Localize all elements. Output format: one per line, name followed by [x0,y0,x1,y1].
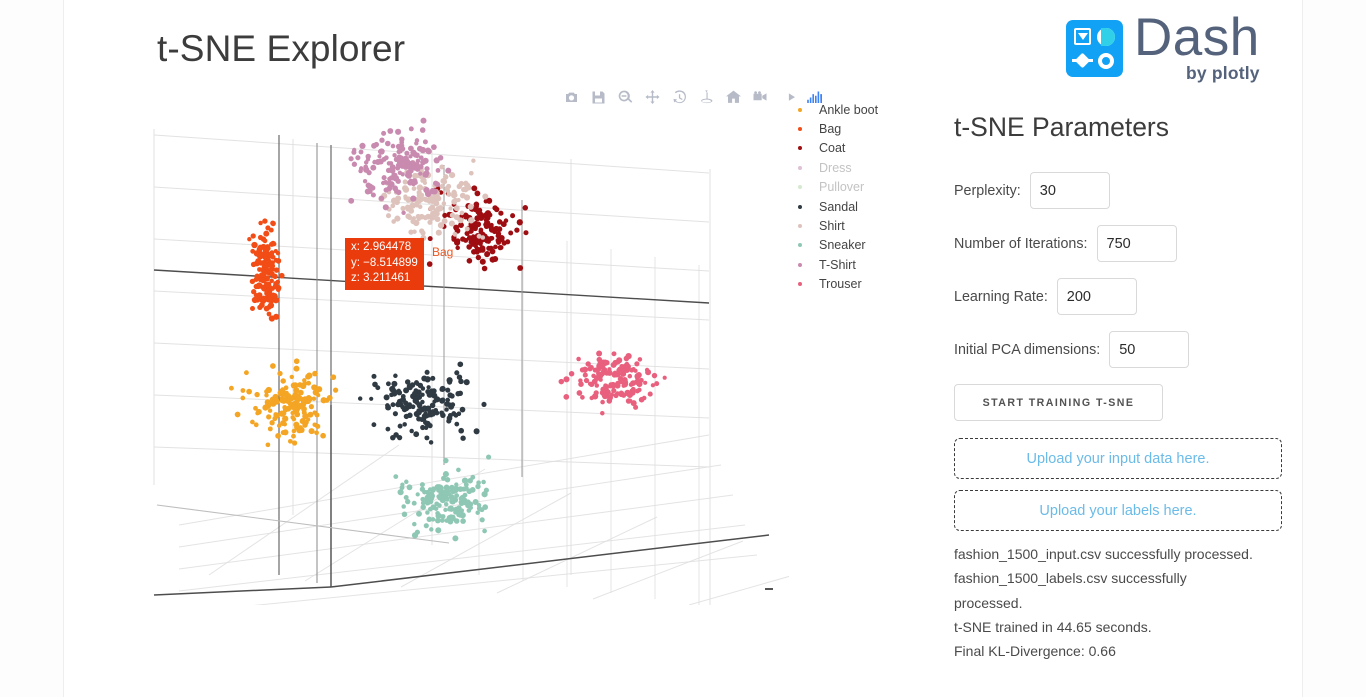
param-label-perplexity: Perplexity: [954,182,1021,199]
control-column: Dash by plotly t-SNE Parameters Perplexi… [849,0,1304,697]
legend-swatch-icon [798,243,802,248]
upload-labels-dropzone[interactable]: Upload your labels here. [954,490,1282,531]
scatter-series-sandal[interactable] [357,361,487,445]
legend-item-shirt[interactable]: Shirt [736,216,851,235]
tooltip-z: z: 3.211461 [351,272,411,284]
scatter-points[interactable] [228,117,667,542]
page-title: t-SNE Explorer [157,28,406,69]
pca-dimensions-input[interactable] [1109,331,1190,368]
upload-labels-label: Upload your labels here. [1039,502,1197,519]
legend-swatch-icon [798,127,802,132]
start-training-button[interactable]: START TRAINING T-SNE [954,384,1163,421]
param-row-perplexity: Perplexity: [954,172,1110,209]
scatter-series-ankle-boot[interactable] [228,358,339,448]
status-line: fashion_1500_input.csv successfully proc… [954,546,1253,562]
plot-column: t-SNE Explorer x: 2.964478 y: −8.514899 … [64,0,878,697]
tooltip-x: x: 2.964478 [351,241,412,253]
plot-legend[interactable]: Ankle boot Bag Coat Dress Pullover Sandal Shir… [736,100,878,294]
legend-item-sneaker[interactable]: Sneaker [736,236,866,255]
legend-item-bag[interactable]: Bag [736,119,851,138]
legend-item-t-shirt[interactable]: T-Shirt [736,255,856,274]
legend-swatch-icon [798,262,802,267]
param-row-pca-dimensions: Initial PCA dimensions: [954,331,1190,368]
legend-item-ankle-boot[interactable]: Ankle boot [736,100,878,119]
parameters-title: t-SNE Parameters [954,112,1170,142]
hover-tooltip: x: 2.964478 y: −8.514899 z: 3.211461 [345,238,424,290]
status-log: fashion_1500_input.csv successfully proc… [954,542,1254,663]
param-label-pca-dimensions: Initial PCA dimensions: [954,341,1101,358]
legend-swatch-icon [798,204,802,209]
learning-rate-input[interactable] [1056,278,1137,315]
tooltip-y: y: −8.514899 [351,256,418,269]
legend-item-sandal[interactable]: Sandal [736,197,858,216]
legend-item-label: Dress [819,160,852,175]
hover-trace-name: Bag [432,245,454,259]
legend-item-coat[interactable]: Coat [736,139,851,158]
legend-item-label: Shirt [819,219,845,234]
legend-swatch-icon [798,107,802,112]
scatter-series-sneaker[interactable] [393,454,492,542]
upload-input-data-dropzone[interactable]: Upload your input data here. [954,438,1282,479]
tsne-3d-scatter-plot[interactable] [149,105,789,605]
upload-input-data-label: Upload your input data here. [1026,450,1210,467]
legend-item-label: Coat [819,141,846,156]
dash-logo: Dash by plotly [1066,11,1260,92]
legend-swatch-icon [798,224,802,229]
status-line: fashion_1500_labels.csv successfully pro… [954,570,1187,611]
param-row-iterations: Number of Iterations: [954,225,1177,262]
legend-swatch-icon [798,185,802,190]
app-card: t-SNE Explorer x: 2.964478 y: −8.514899 … [63,0,1303,697]
dash-wordmark-text: Dash [1134,8,1260,67]
param-label-iterations: Number of Iterations: [954,235,1088,252]
legend-swatch-icon [798,146,802,151]
scatter-series-trouser[interactable] [558,350,667,416]
iterations-input[interactable] [1096,225,1177,262]
legend-item-label: Bag [819,122,842,137]
legend-item-dress[interactable]: Dress [736,158,852,177]
legend-item-trouser[interactable]: Trouser [736,275,862,294]
legend-swatch-icon [798,165,802,170]
param-label-learning-rate: Learning Rate: [954,288,1048,305]
status-line: t-SNE trained in 44.65 seconds. [954,618,1152,635]
dash-logo-mark-icon [1066,20,1123,77]
status-line: Final KL-Divergence: 0.66 [954,643,1116,660]
perplexity-input[interactable] [1029,172,1110,209]
legend-swatch-icon [798,282,802,287]
dash-wordmark: Dash by plotly [1134,8,1260,84]
param-row-learning-rate: Learning Rate: [954,278,1137,315]
legend-item-pullover[interactable]: Pullover [736,178,864,197]
